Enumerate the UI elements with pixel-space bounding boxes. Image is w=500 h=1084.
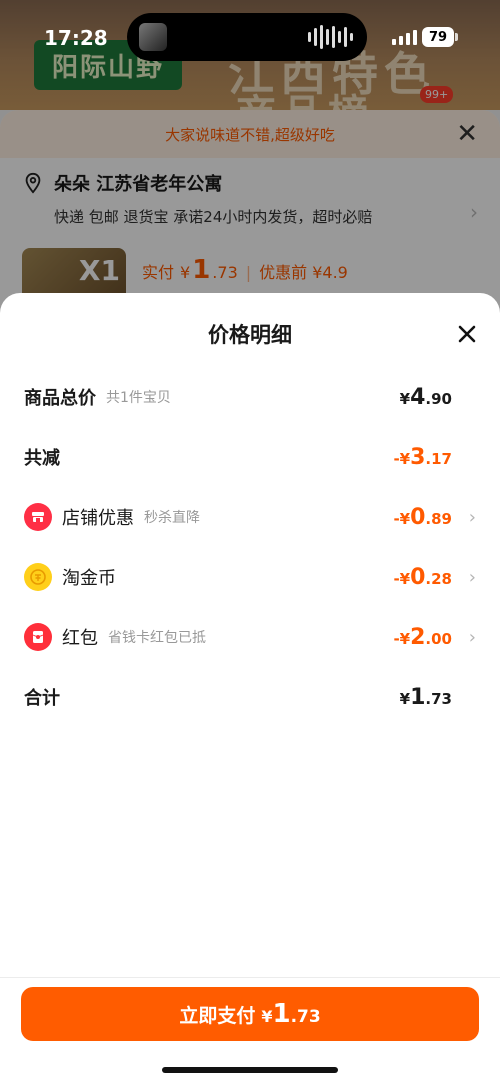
row-sub: 省钱卡红包已抵 xyxy=(108,630,206,646)
amount-dec: .00 xyxy=(425,629,452,648)
row-label: 淘金币 xyxy=(62,568,116,589)
row-shop-discount[interactable]: 店铺优惠 秒杀直降 -¥ 0 .89 › xyxy=(24,497,476,537)
row-amount: ¥ 1 .73 xyxy=(400,685,452,710)
sheet-title: 价格明细 xyxy=(208,323,292,347)
signal-icon xyxy=(392,30,417,45)
status-time: 17:28 xyxy=(44,26,108,50)
row-amount: -¥ 0 .28 xyxy=(393,565,452,590)
home-indicator xyxy=(162,1067,338,1073)
amount-currency: -¥ xyxy=(393,509,411,528)
row-amount: -¥ 2 .00 xyxy=(393,625,452,650)
row-total-price: 商品总价 共1件宝贝 ¥ 4 .90 xyxy=(24,377,476,417)
row-hongbao[interactable]: 红包 省钱卡红包已抵 -¥ 2 .00 › xyxy=(24,617,476,657)
row-label: 商品总价 xyxy=(24,388,96,409)
pay-int: 1 xyxy=(272,999,291,1029)
audio-wave-icon xyxy=(308,25,353,49)
pay-dec: .73 xyxy=(290,1007,321,1027)
row-amount: -¥ 0 .89 xyxy=(393,505,452,530)
amount-dec: .17 xyxy=(425,449,452,468)
row-amount: -¥ 3 .17 xyxy=(393,445,452,470)
dynamic-island xyxy=(127,13,367,61)
amount-dec: .89 xyxy=(425,509,452,528)
row-reduction: 共减 -¥ 3 .17 xyxy=(24,437,476,477)
row-label: 共减 xyxy=(24,448,60,469)
battery-tip xyxy=(455,33,458,41)
battery-icon: 79 xyxy=(422,27,454,47)
chevron-right-icon: › xyxy=(468,506,476,528)
amount-currency: -¥ xyxy=(393,629,411,648)
price-detail-sheet: 价格明细 商品总价 共1件宝贝 ¥ 4 .90 共减 -¥ 3 .17 店铺优惠… xyxy=(0,293,500,1084)
amount-currency: -¥ xyxy=(393,449,411,468)
pay-currency: ¥ xyxy=(261,1007,273,1026)
row-sub: 秒杀直降 xyxy=(144,510,200,526)
amount-currency: -¥ xyxy=(393,569,411,588)
row-sum: 合计 ¥ 1 .73 xyxy=(24,677,476,717)
row-sub: 共1件宝贝 xyxy=(106,390,171,406)
pay-now-button[interactable]: 立即支付 ¥ 1 .73 xyxy=(21,987,479,1041)
amount-int: 4 xyxy=(410,384,426,410)
row-label: 红包 xyxy=(62,628,98,649)
chevron-right-icon: › xyxy=(468,626,476,648)
red-envelope-icon xyxy=(24,623,52,651)
divider xyxy=(0,977,500,978)
amount-int: 0 xyxy=(410,504,426,530)
amount-dec: .90 xyxy=(425,389,452,408)
amount-currency: ¥ xyxy=(399,389,411,408)
status-bar: 17:28 79 xyxy=(0,0,500,70)
close-icon[interactable] xyxy=(452,319,482,349)
chevron-right-icon: › xyxy=(468,566,476,588)
row-label: 店铺优惠 xyxy=(62,508,134,529)
amount-int: 1 xyxy=(410,684,426,710)
coin-icon xyxy=(24,563,52,591)
row-amount: ¥ 4 .90 xyxy=(400,385,452,410)
amount-dec: .28 xyxy=(425,569,452,588)
row-taojinbi[interactable]: 淘金币 -¥ 0 .28 › xyxy=(24,557,476,597)
amount-int: 0 xyxy=(410,564,426,590)
shop-icon xyxy=(24,503,52,531)
amount-int: 2 xyxy=(410,624,426,650)
row-label: 合计 xyxy=(24,688,60,709)
pay-button-label: 立即支付 xyxy=(179,1005,256,1027)
amount-int: 3 xyxy=(410,444,426,470)
now-playing-thumbnail xyxy=(139,23,167,51)
amount-dec: .73 xyxy=(425,689,452,708)
amount-currency: ¥ xyxy=(399,689,411,708)
